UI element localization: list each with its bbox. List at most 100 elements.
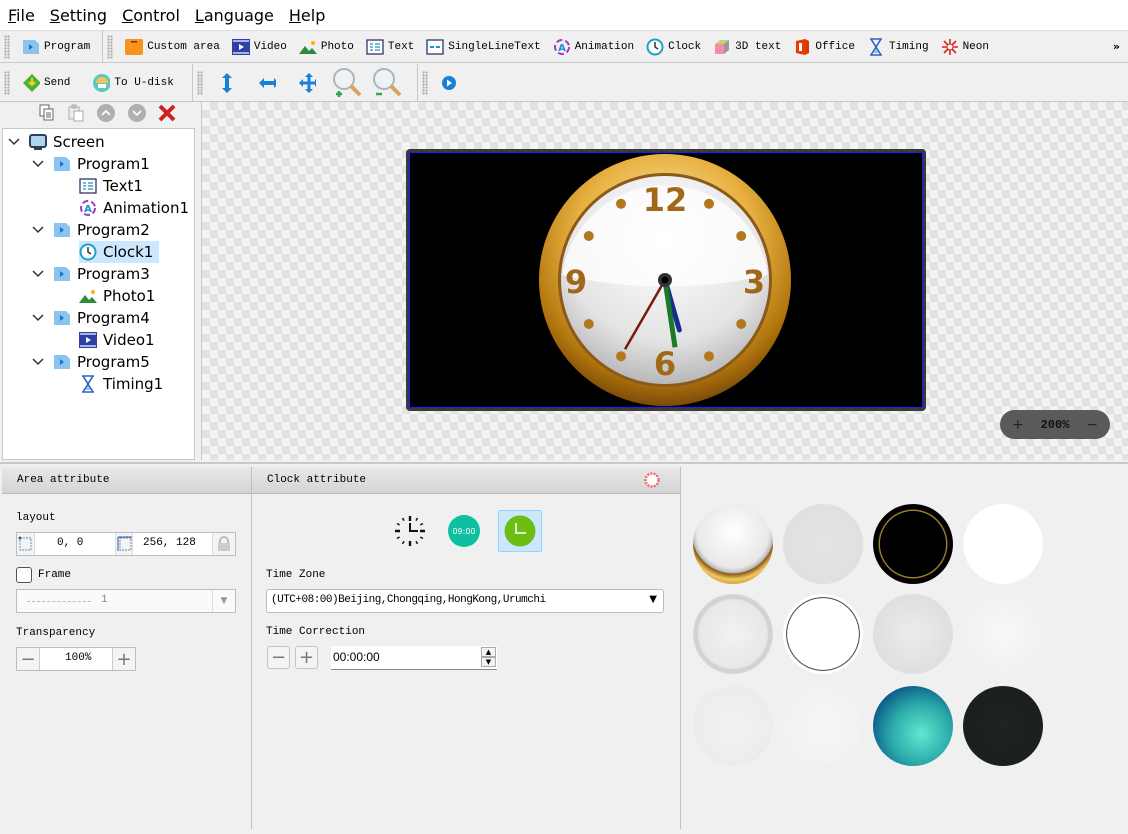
zoom-out-button[interactable]	[369, 67, 409, 96]
animation-icon: A	[553, 38, 571, 56]
3d-text-button[interactable]: 3D text	[707, 34, 787, 60]
tree-node-screen[interactable]: Screen	[7, 131, 105, 153]
tree-node-program4[interactable]: Program4	[31, 307, 150, 329]
led-screen[interactable]: 12 3 6 9	[409, 152, 923, 408]
video-button[interactable]: Video	[226, 34, 293, 60]
move-down-button[interactable]	[127, 103, 147, 127]
text-button[interactable]: Text	[360, 34, 420, 60]
clock-style-digital[interactable]: 09:00	[442, 510, 486, 552]
clock-face-white-red-marks[interactable]	[693, 686, 773, 766]
animation-button[interactable]: A Animation	[547, 34, 640, 60]
paste-button[interactable]	[67, 104, 85, 126]
settings-gear-button[interactable]	[644, 472, 660, 492]
toolbar-grip[interactable]	[4, 34, 10, 59]
play-preview-button[interactable]	[434, 70, 468, 96]
clock-face-red-ring[interactable]	[873, 594, 953, 674]
size-value[interactable]: 256, 128	[143, 537, 196, 549]
clock-face-dark-green-numbers[interactable]	[963, 686, 1043, 766]
neon-button[interactable]: Neon	[935, 34, 995, 60]
preview-canvas[interactable]: 12 3 6 9 + 200% −	[201, 102, 1128, 460]
clock-face-teal-dolphin[interactable]	[873, 686, 953, 766]
timing-button[interactable]: Timing	[861, 34, 935, 60]
menu-language[interactable]: Language	[195, 4, 274, 27]
udisk-icon	[92, 73, 111, 92]
expand-chevron-icon[interactable]	[31, 158, 45, 171]
clock-face-black-gold-roman[interactable]	[873, 504, 953, 584]
send-button[interactable]: Send	[16, 70, 76, 96]
clock-face-black-ring-arabic[interactable]	[783, 686, 863, 766]
zoom-control: + 200% −	[1000, 410, 1110, 439]
tree-node-clock1[interactable]: Clock1	[79, 241, 160, 263]
program-button[interactable]: Program	[16, 34, 96, 60]
custom-area-button[interactable]: Custom area	[119, 34, 226, 60]
tree-node-program1[interactable]: Program1	[31, 153, 150, 175]
copy-button[interactable]	[38, 104, 56, 126]
clock-face-gray-pink-numbers[interactable]	[783, 504, 863, 584]
tree-node-animation1[interactable]: A Animation1	[79, 197, 189, 219]
text-label: Text	[387, 40, 415, 53]
clock-style-analog-green[interactable]	[498, 510, 542, 552]
clock-preview[interactable]: 12 3 6 9	[410, 153, 922, 407]
clock-numeral-9: 9	[565, 263, 587, 301]
transparency-decrease-button[interactable]: −	[17, 648, 40, 670]
toolbar-overflow-button[interactable]: »	[1107, 34, 1126, 60]
zoom-out-small-button[interactable]: −	[1086, 417, 1098, 433]
tree-node-photo1[interactable]: Photo1	[79, 285, 155, 307]
tree-node-video1[interactable]: Video1	[79, 329, 155, 351]
tree-node-text1[interactable]: Text1	[79, 175, 143, 197]
move-up-button[interactable]	[96, 103, 116, 127]
clock-style-ticks[interactable]	[388, 510, 432, 552]
menu-setting[interactable]: Setting	[50, 4, 107, 27]
move-button[interactable]	[289, 70, 329, 96]
time-correction-increase-button[interactable]: +	[295, 646, 318, 669]
expand-chevron-icon[interactable]	[31, 268, 45, 281]
time-correction-decrease-button[interactable]: −	[267, 646, 290, 669]
expand-chevron-icon[interactable]	[31, 224, 45, 237]
tree-node-label: Program4	[77, 309, 150, 327]
clock-face-silver-arabic[interactable]	[963, 594, 1043, 674]
toolbar-grip[interactable]	[196, 70, 203, 95]
expand-chevron-icon[interactable]	[7, 136, 21, 149]
tree-node-program5[interactable]: Program5	[31, 351, 150, 373]
menu-help[interactable]: Help	[289, 4, 325, 27]
clock-face-silver-ring[interactable]	[693, 594, 773, 674]
frame-style-select[interactable]: 1 ▼	[16, 589, 236, 613]
spin-down-button[interactable]: ▼	[481, 657, 496, 667]
video-icon	[231, 38, 250, 56]
clock-face-white-roman[interactable]	[963, 504, 1043, 584]
transparency-increase-button[interactable]: +	[112, 648, 135, 670]
expand-chevron-icon[interactable]	[31, 312, 45, 325]
office-icon	[793, 38, 811, 56]
menu-file[interactable]: File	[8, 4, 35, 27]
menu-control[interactable]: Control	[122, 4, 180, 27]
delete-button[interactable]	[158, 104, 176, 126]
clock-hour-dot	[704, 198, 714, 209]
toolbar-grip[interactable]	[4, 70, 10, 95]
single-line-text-button[interactable]: SingleLineText	[420, 34, 546, 60]
clock-face-gold-classic[interactable]	[693, 504, 773, 584]
to-udisk-button[interactable]: To U-disk	[86, 70, 179, 96]
toolbar-grip[interactable]	[107, 34, 114, 59]
green-clock-icon	[504, 515, 536, 547]
tree-node-program2[interactable]: Program2	[31, 219, 150, 241]
time-zone-select[interactable]: (UTC+08:00)Beijing,Chongqing,HongKong,Ur…	[266, 589, 664, 613]
tree-node-timing1[interactable]: Timing1	[79, 373, 163, 395]
zoom-in-button[interactable]	[329, 67, 369, 97]
zoom-in-small-button[interactable]: +	[1012, 417, 1024, 433]
photo-button[interactable]: Photo	[293, 34, 360, 60]
clock-face-black-white-roman[interactable]	[783, 594, 863, 674]
led-screen-frame[interactable]: 12 3 6 9	[406, 149, 926, 411]
stretch-horizontal-button[interactable]	[249, 70, 289, 96]
aspect-lock-button[interactable]	[212, 533, 235, 555]
spin-up-button[interactable]: ▲	[481, 647, 496, 657]
frame-checkbox[interactable]	[16, 567, 32, 583]
position-value[interactable]: 0, 0	[57, 537, 83, 549]
stretch-vertical-button[interactable]	[209, 70, 249, 96]
time-correction-field[interactable]: 00:00:00 ▲ ▼	[331, 646, 497, 670]
toolbar-grip[interactable]	[421, 70, 428, 95]
office-button[interactable]: Office	[787, 34, 861, 60]
clock-button[interactable]: Clock	[640, 34, 707, 60]
tree-node-program3[interactable]: Program3	[31, 263, 150, 285]
transparency-value[interactable]: 100%	[65, 652, 91, 664]
expand-chevron-icon[interactable]	[31, 356, 45, 369]
